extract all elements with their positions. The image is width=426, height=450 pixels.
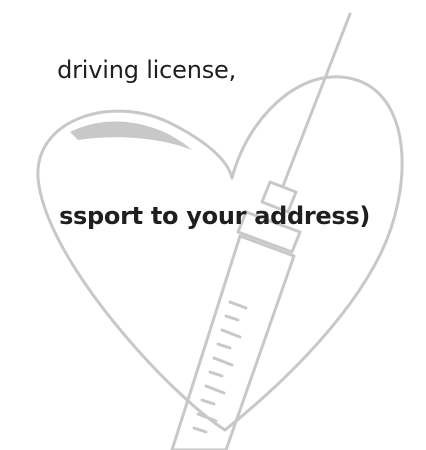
body-text-line-passport: ssport to your address) bbox=[59, 202, 370, 230]
document-page: driving license, ssport to your address) bbox=[0, 0, 426, 450]
body-text-line-license: driving license, bbox=[57, 56, 236, 84]
